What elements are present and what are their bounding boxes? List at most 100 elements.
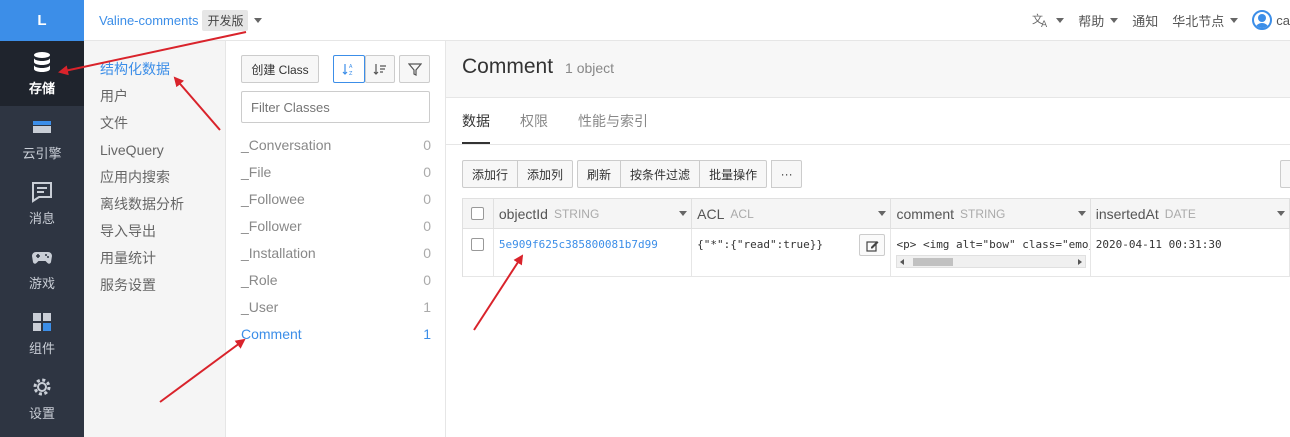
subnav-item-service-settings[interactable]: 服务设置 [84, 272, 225, 299]
class-item[interactable]: _Installation 0 [241, 239, 431, 266]
class-name: _Installation [241, 244, 316, 261]
class-item[interactable]: _Followee 0 [241, 185, 431, 212]
cell-insertedat[interactable]: 2020-04-11 00:31:30 [1091, 229, 1290, 276]
create-class-button[interactable]: 创建 Class [241, 55, 319, 83]
column-type: ACL [730, 206, 754, 221]
chevron-down-icon[interactable] [679, 211, 688, 216]
data-toolbar: 添加行 添加列 刷新 按条件过滤 批量操作 ··· [462, 160, 803, 188]
inserted-at-value: 2020-04-11 00:31:30 [1095, 238, 1222, 251]
class-header: Comment 1 object [446, 41, 1290, 98]
subnav-item-users[interactable]: 用户 [84, 83, 225, 110]
column-header-insertedat[interactable]: insertedAt DATE [1090, 199, 1290, 229]
add-row-button[interactable]: 添加行 [462, 160, 519, 188]
sort-lines-icon [373, 64, 386, 75]
subnav-item-offline-analysis[interactable]: 离线数据分析 [84, 191, 225, 218]
sort-alpha-button[interactable]: AZ [333, 55, 365, 83]
class-list: _Conversation 0 _File 0 _Followee 0 _Follow… [241, 131, 431, 347]
class-name: _User [241, 298, 279, 315]
subnav-item-app-search[interactable]: 应用内搜索 [84, 164, 225, 191]
filter-classes-input[interactable] [241, 91, 430, 123]
class-count: 1 [423, 325, 431, 342]
filter-classes-button[interactable] [399, 55, 430, 83]
horizontal-scrollbar[interactable] [896, 255, 1087, 268]
column-name: ACL [697, 205, 725, 222]
app-root: L 存储 云引擎 消息 游戏 组件 设置 Valine-comments 开发版 [0, 0, 1290, 437]
tab-bar: 数据 权限 性能与索引 [446, 98, 1290, 145]
condition-filter-button[interactable]: 按条件过滤 [620, 160, 701, 188]
class-item[interactable]: _Conversation 0 [241, 131, 431, 158]
cell-acl[interactable]: {"*":{"read":true}} [692, 229, 892, 276]
rail-item-components[interactable]: 组件 [0, 301, 84, 366]
scroll-left-icon[interactable] [900, 259, 905, 265]
rail-item-storage[interactable]: 存储 [0, 41, 84, 106]
subnav-item-livequery[interactable]: LiveQuery [84, 137, 225, 164]
svg-text:Z: Z [349, 71, 353, 76]
row-checkbox[interactable] [471, 238, 485, 251]
table-row: 5e909f625c385800081b7d99 {"*":{"read":tr… [463, 229, 1290, 277]
user-menu[interactable]: ca [1252, 10, 1290, 30]
class-item[interactable]: _Follower 0 [241, 212, 431, 239]
rail-item-game[interactable]: 游戏 [0, 236, 84, 301]
column-header-comment[interactable]: comment STRING [891, 199, 1091, 229]
sort-count-button[interactable] [365, 55, 395, 83]
language-menu[interactable]: 文A [1032, 12, 1065, 28]
notify-link[interactable]: 通知 [1132, 11, 1158, 30]
refresh-button[interactable]: 刷新 [577, 160, 622, 188]
funnel-icon [407, 63, 422, 76]
gamepad-icon [32, 252, 52, 264]
chevron-down-icon[interactable] [1077, 211, 1086, 216]
select-all-checkbox[interactable] [471, 207, 485, 220]
class-count: 0 [423, 163, 431, 180]
class-item[interactable]: _Role 0 [241, 266, 431, 293]
tab-indexes[interactable]: 性能与索引 [578, 98, 648, 144]
rail-item-message[interactable]: 消息 [0, 171, 84, 236]
class-name: _File [241, 163, 272, 180]
object-id-link[interactable]: 5e909f625c385800081b7d99 [499, 238, 658, 251]
class-name: _Follower [241, 217, 302, 234]
column-name: insertedAt [1095, 205, 1159, 222]
class-item[interactable]: _File 0 [241, 158, 431, 185]
app-switch-caret-icon[interactable] [254, 17, 263, 23]
column-header-objectid[interactable]: objectId STRING [493, 199, 693, 229]
avatar-icon [1252, 10, 1273, 30]
page-title: Comment [462, 55, 554, 78]
class-name: _Role [241, 271, 278, 288]
top-right-menu: 文A 帮助 通知 华北节点 ca [1032, 0, 1290, 40]
subnav-item-files[interactable]: 文件 [84, 110, 225, 137]
rail-label: 存储 [28, 81, 55, 96]
class-count: 0 [423, 136, 431, 153]
batch-action-button[interactable]: 批量操作 [699, 160, 768, 188]
subnav-item-import-export[interactable]: 导入导出 [84, 218, 225, 245]
rail-label: 消息 [28, 211, 55, 226]
subnav-item-usage-stats[interactable]: 用量统计 [84, 245, 225, 272]
column-header-acl[interactable]: ACL ACL [692, 199, 892, 229]
chevron-down-icon[interactable] [1277, 211, 1286, 216]
tab-permissions[interactable]: 权限 [520, 98, 548, 144]
edit-acl-button[interactable] [859, 234, 886, 256]
scroll-thumb[interactable] [913, 258, 954, 266]
app-name-link[interactable]: Valine-comments [99, 13, 198, 28]
app-logo[interactable]: L [0, 0, 84, 41]
svg-text:A: A [349, 64, 353, 70]
class-count: 0 [423, 244, 431, 261]
class-item-selected[interactable]: Comment 1 [241, 320, 431, 347]
right-toolbar-button[interactable] [1280, 160, 1290, 188]
class-item[interactable]: _User 1 [241, 293, 431, 320]
add-group: 添加行 添加列 [462, 160, 574, 188]
column-type: DATE [1164, 206, 1196, 221]
cell-objectid[interactable]: 5e909f625c385800081b7d99 [494, 229, 693, 276]
class-list-panel: 创建 Class AZ _Conversation 0 _File 0 _Follo… [226, 41, 446, 437]
scroll-right-icon[interactable] [1078, 259, 1083, 265]
rail-item-settings[interactable]: 设置 [0, 366, 84, 431]
more-button[interactable]: ··· [771, 160, 803, 188]
subnav-item-structured-data[interactable]: 结构化数据 [84, 56, 225, 83]
add-column-button[interactable]: 添加列 [517, 160, 574, 188]
region-menu[interactable]: 华北节点 [1172, 11, 1239, 30]
tab-data[interactable]: 数据 [462, 98, 490, 144]
rail-item-cloud-engine[interactable]: 云引擎 [0, 106, 84, 171]
rail-label: 游戏 [28, 276, 55, 291]
cell-comment[interactable]: <p> <img alt="bow" class="emoji [891, 229, 1091, 276]
help-menu[interactable]: 帮助 [1078, 11, 1119, 30]
chevron-down-icon[interactable] [878, 211, 887, 216]
gear-icon [33, 378, 51, 396]
